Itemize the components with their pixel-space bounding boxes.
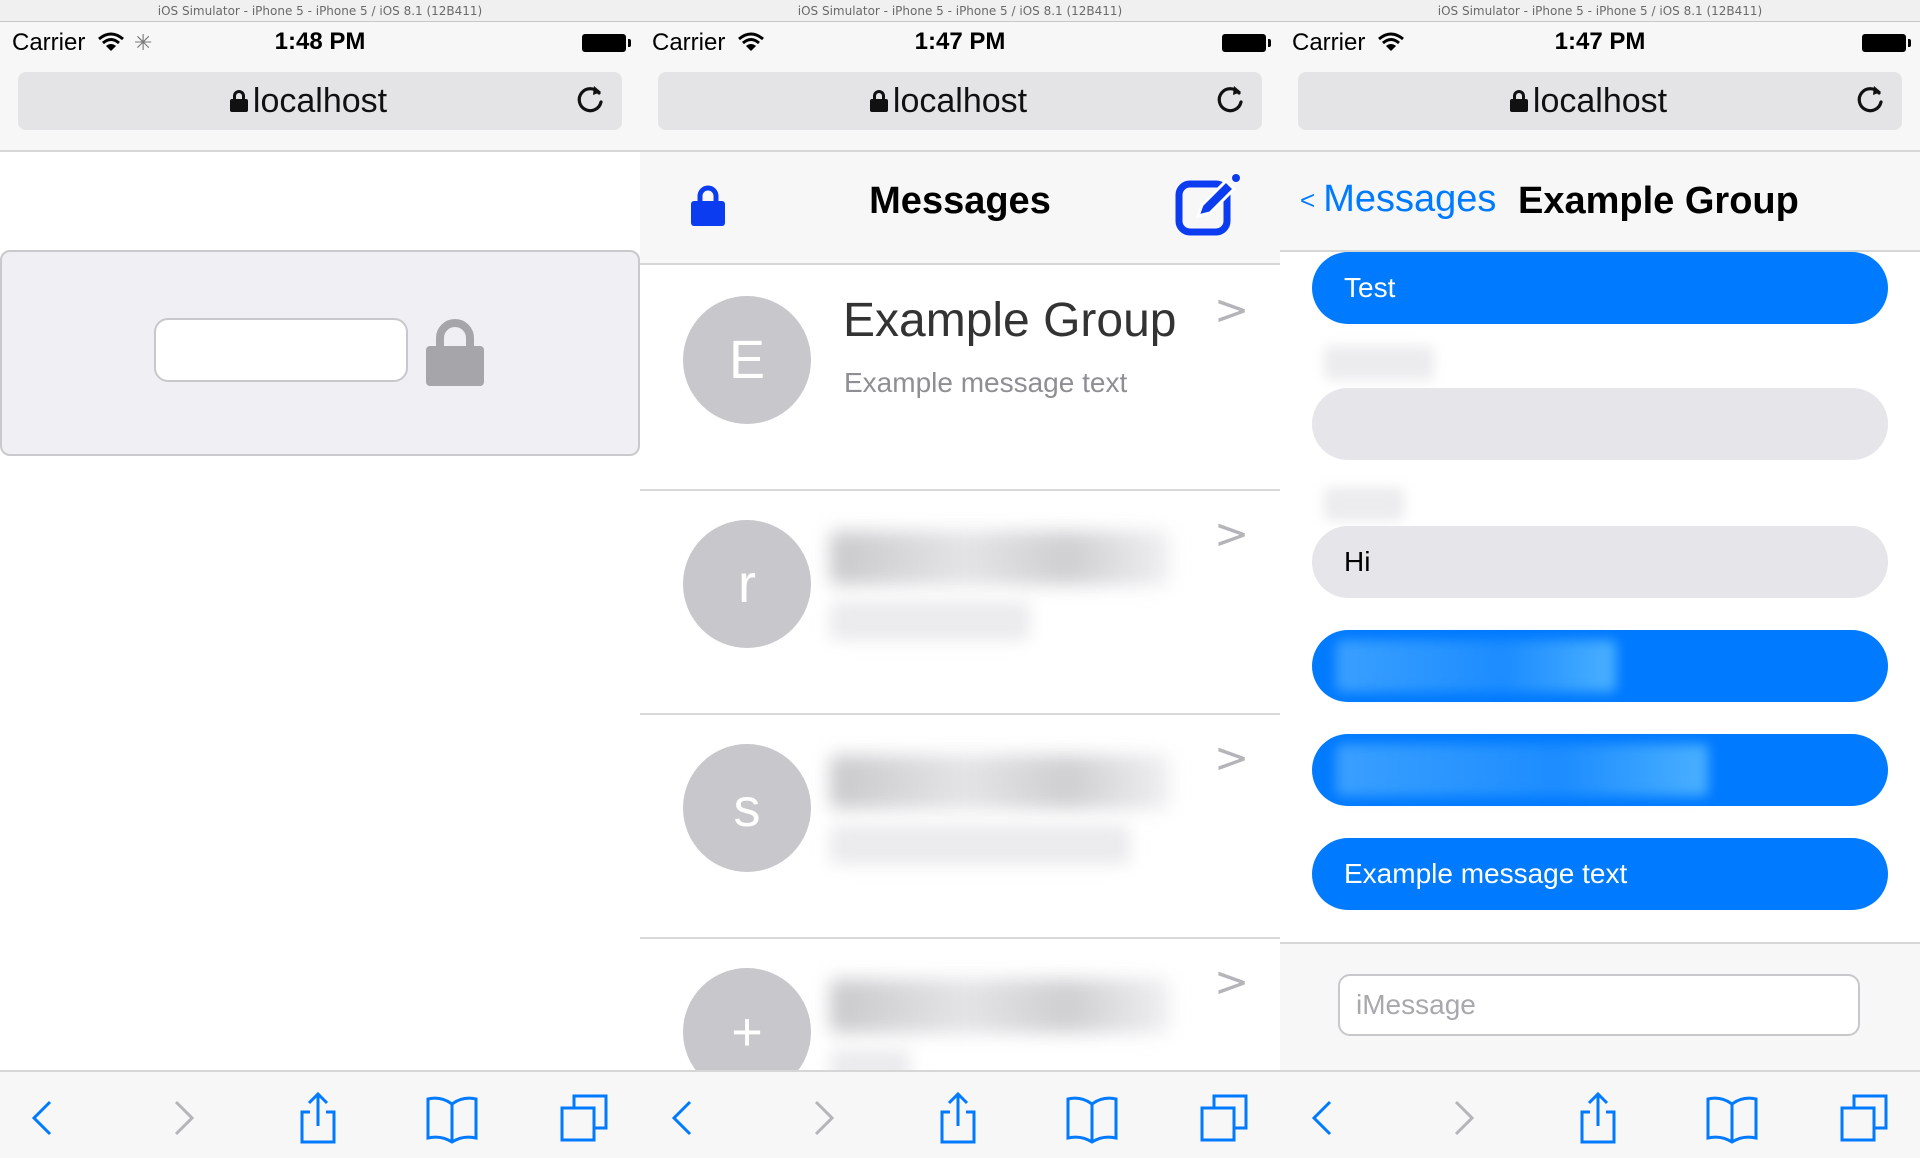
password-input[interactable]	[154, 318, 408, 382]
url-text: localhost	[892, 82, 1028, 120]
blurred-conversation-preview	[830, 601, 1030, 641]
url-text: localhost	[1532, 82, 1668, 120]
messages-nav-bar: Messages	[640, 152, 1280, 265]
bookmarks-icon[interactable]	[424, 1090, 480, 1146]
avatar: s	[683, 744, 811, 872]
battery-icon	[1222, 34, 1271, 52]
conversation-row[interactable]: E Example Group Example message text >	[640, 267, 1280, 491]
reload-icon[interactable]	[1212, 82, 1248, 118]
back-label: Messages	[1323, 178, 1497, 220]
safari-toolbar	[1280, 1070, 1920, 1158]
bookmarks-icon[interactable]	[1704, 1090, 1760, 1146]
address-bar[interactable]: localhost	[18, 72, 622, 130]
blurred-conversation-name	[830, 755, 1170, 809]
status-time: 1:47 PM	[914, 28, 1006, 55]
url-bar-area: localhost	[1280, 62, 1920, 152]
blurred-sender-name	[1324, 487, 1404, 521]
url-bar-area: localhost	[0, 62, 640, 152]
status-bar: Carrier ✳ 1:48 PM	[0, 22, 640, 62]
chevron-right-icon: >	[1214, 285, 1250, 334]
safari-toolbar	[640, 1070, 1280, 1158]
blurred-message-text	[1336, 640, 1616, 692]
message-bubble-outgoing: Example message text	[1312, 838, 1888, 910]
blurred-conversation-preview	[830, 825, 1130, 865]
chevron-right-icon: >	[1214, 957, 1250, 1006]
bookmarks-icon[interactable]	[1064, 1090, 1120, 1146]
imessage-input[interactable]	[1338, 974, 1860, 1036]
avatar: E	[683, 296, 811, 424]
phone-screen-lock: iOS Simulator - iPhone 5 - iPhone 5 / iO…	[0, 0, 640, 1158]
reload-icon[interactable]	[1852, 82, 1888, 118]
share-icon[interactable]	[930, 1090, 986, 1146]
tabs-icon[interactable]	[1836, 1090, 1892, 1146]
back-icon[interactable]	[656, 1090, 712, 1146]
forward-icon[interactable]	[154, 1090, 210, 1146]
back-icon[interactable]	[16, 1090, 72, 1146]
back-to-messages-button[interactable]: < Messages	[1300, 178, 1496, 221]
simulator-title: iOS Simulator - iPhone 5 - iPhone 5 / iO…	[640, 0, 1280, 22]
url-text: localhost	[252, 82, 388, 120]
message-bubble-outgoing	[1312, 630, 1888, 702]
back-chevron-icon: <	[1300, 185, 1316, 215]
chat-title: Example Group	[1518, 180, 1799, 222]
status-bar: Carrier 1:47 PM	[640, 22, 1280, 62]
message-bubble-incoming	[1312, 388, 1888, 460]
conversation-name: Example Group	[843, 294, 1177, 347]
address-bar[interactable]: localhost	[658, 72, 1262, 130]
address-bar[interactable]: localhost	[1298, 72, 1902, 130]
blurred-conversation-name	[830, 979, 1170, 1033]
safari-toolbar	[0, 1070, 640, 1158]
simulator-screens: iOS Simulator - iPhone 5 - iPhone 5 / iO…	[0, 0, 1920, 1158]
blurred-sender-name	[1324, 346, 1434, 380]
blurred-message-text	[1336, 744, 1708, 796]
avatar: r	[683, 520, 811, 648]
phone-screen-chat: iOS Simulator - iPhone 5 - iPhone 5 / iO…	[1280, 0, 1920, 1158]
lock-icon[interactable]	[424, 318, 486, 386]
simulator-title: iOS Simulator - iPhone 5 - iPhone 5 / iO…	[1280, 0, 1920, 22]
reload-icon[interactable]	[572, 82, 608, 118]
battery-icon	[1862, 34, 1911, 52]
blurred-conversation-name	[830, 531, 1170, 585]
phone-screen-messages: iOS Simulator - iPhone 5 - iPhone 5 / iO…	[640, 0, 1280, 1158]
battery-icon	[582, 34, 631, 52]
message-input-area	[1280, 942, 1920, 1070]
message-bubble-outgoing	[1312, 734, 1888, 806]
url-bar-area: localhost	[640, 62, 1280, 152]
status-time: 1:47 PM	[1554, 28, 1646, 55]
compose-icon[interactable]	[1174, 174, 1244, 238]
back-icon[interactable]	[1296, 1090, 1352, 1146]
conversation-preview: Example message text	[844, 367, 1128, 398]
chat-nav-bar: < Messages Example Group	[1280, 152, 1920, 252]
forward-icon[interactable]	[1434, 1090, 1490, 1146]
message-bubble-outgoing: Test	[1312, 252, 1888, 324]
conversation-row[interactable]: r >	[640, 491, 1280, 715]
tabs-icon[interactable]	[556, 1090, 612, 1146]
lock-panel	[0, 250, 640, 456]
simulator-title: iOS Simulator - iPhone 5 - iPhone 5 / iO…	[0, 0, 640, 22]
status-bar: Carrier 1:47 PM	[1280, 22, 1920, 62]
forward-icon[interactable]	[794, 1090, 850, 1146]
share-icon[interactable]	[1570, 1090, 1626, 1146]
tabs-icon[interactable]	[1196, 1090, 1252, 1146]
conversation-row[interactable]: s >	[640, 715, 1280, 939]
status-time: 1:48 PM	[274, 28, 366, 55]
message-bubble-incoming: Hi	[1312, 526, 1888, 598]
share-icon[interactable]	[290, 1090, 346, 1146]
chevron-right-icon: >	[1214, 733, 1250, 782]
chevron-right-icon: >	[1214, 509, 1250, 558]
